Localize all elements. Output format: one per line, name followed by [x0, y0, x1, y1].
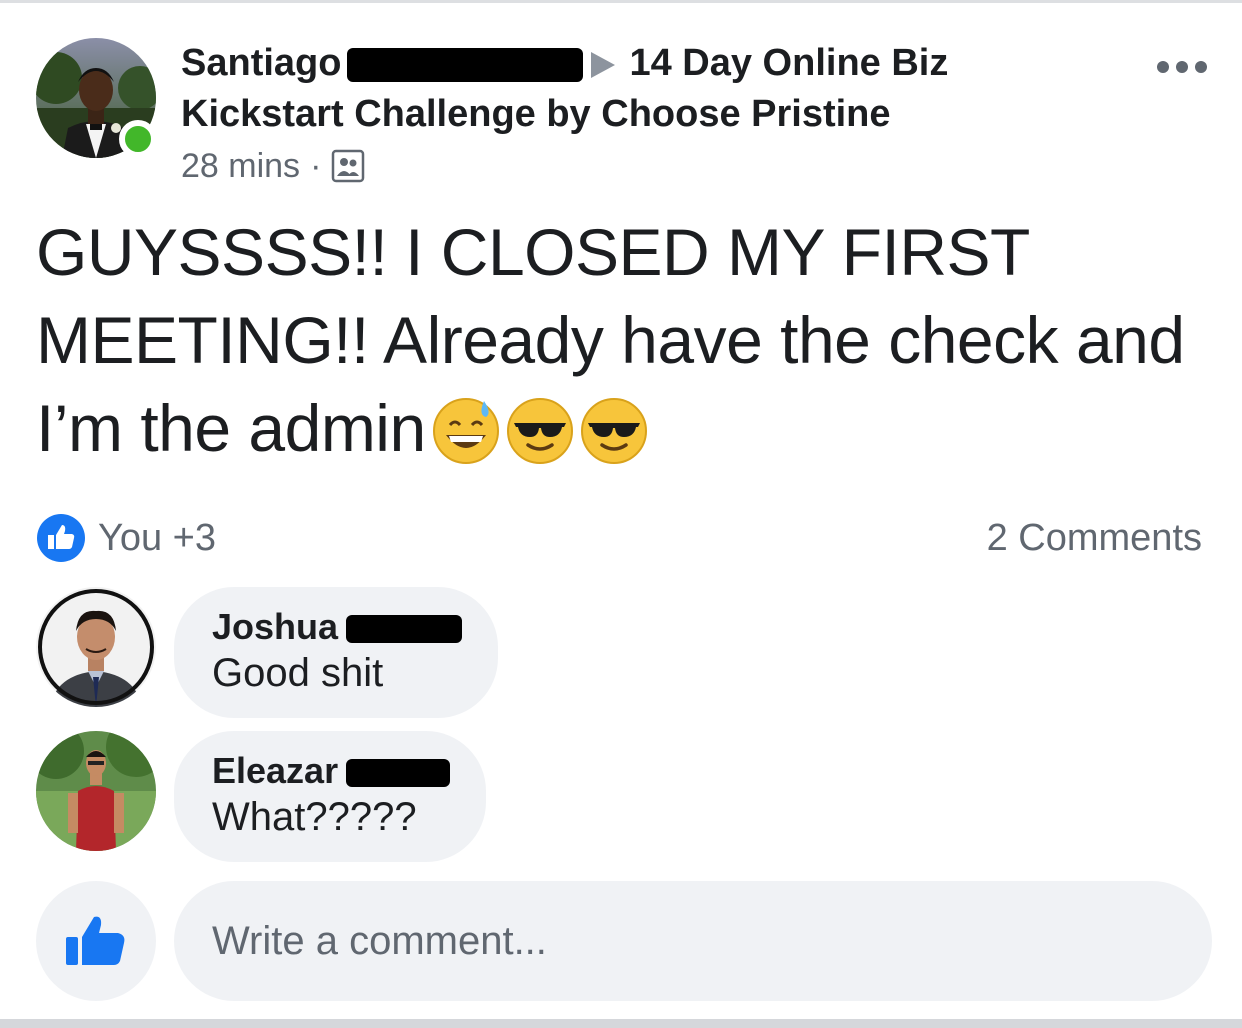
sunglasses-emoji	[580, 398, 647, 464]
comment-input[interactable]: Write a comment...	[174, 881, 1212, 1001]
comment-author-name[interactable]: Joshua	[212, 606, 338, 647]
post-header: Santiago 14 Day Online Biz Kickstart Chal…	[181, 38, 1041, 140]
post-meta: 28 mins ·	[181, 146, 365, 186]
comment-author: Eleazar	[212, 749, 451, 793]
commenter-avatar[interactable]	[36, 731, 156, 851]
comment-text: What?????	[212, 795, 417, 839]
reactions-summary[interactable]: You +3	[98, 515, 216, 561]
author-name[interactable]: Santiago	[181, 42, 341, 84]
more-options-icon[interactable]	[1156, 60, 1208, 74]
shared-to-arrow-icon	[591, 51, 616, 78]
redacted-surname	[347, 47, 584, 82]
thumbs-up-icon	[66, 916, 125, 965]
redacted-surname	[346, 759, 451, 788]
comment-bubble[interactable]: Joshua Good shit	[174, 587, 498, 718]
comment-input-placeholder: Write a comment...	[212, 918, 547, 963]
grinning-sweat-emoji	[432, 398, 499, 464]
online-status-indicator	[119, 120, 157, 158]
commenter-avatar[interactable]	[36, 587, 156, 707]
post-body: GUYSSSS!! I CLOSED MY FIRST MEETING!! Al…	[36, 208, 1216, 472]
comment-bubble[interactable]: Eleazar What?????	[174, 731, 486, 862]
meta-separator: ·	[310, 147, 322, 185]
comments-count[interactable]: 2 Comments	[987, 515, 1202, 561]
post-timestamp[interactable]: 28 mins	[181, 146, 300, 186]
redacted-surname	[346, 615, 463, 644]
like-reaction-icon[interactable]	[36, 513, 86, 563]
top-divider	[0, 0, 1242, 3]
like-button[interactable]	[36, 881, 156, 1001]
comment-author: Joshua	[212, 605, 463, 649]
comment-author-name[interactable]: Eleazar	[212, 750, 338, 791]
sunglasses-emoji	[506, 398, 573, 464]
group-audience-icon	[332, 149, 365, 183]
bottom-divider	[0, 1019, 1242, 1028]
comment-text: Good shit	[212, 651, 384, 695]
